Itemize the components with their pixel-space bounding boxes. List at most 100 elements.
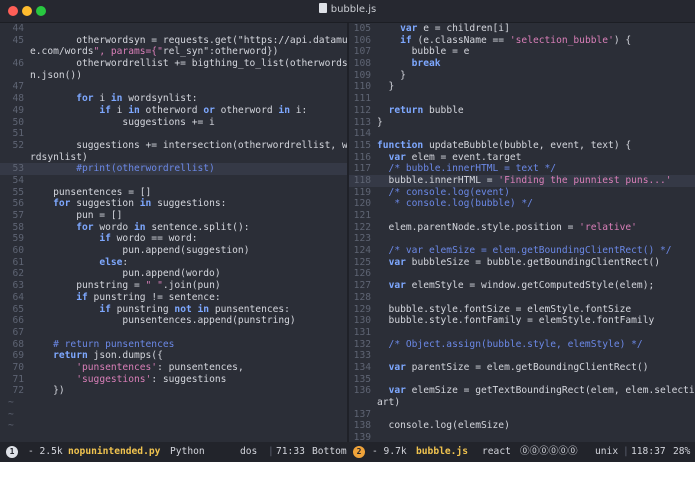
code-line[interactable]: 57 pun = [] [0, 210, 347, 222]
code-line[interactable]: 109 } [349, 70, 695, 82]
code-line[interactable]: 45 otherwordsyn = requests.get("https://… [0, 35, 347, 47]
code-line[interactable]: 138 console.log(elemSize) [349, 420, 695, 432]
code-line[interactable]: 123 [349, 233, 695, 245]
code-line[interactable]: 50 suggestions += i [0, 117, 347, 129]
code-line[interactable]: 62 pun.append(wordo) [0, 268, 347, 280]
code-line[interactable]: 63 punstring = " ".join(pun) [0, 280, 347, 292]
code-line[interactable]: e.com/words", params={"rel_syn":otherwor… [0, 46, 347, 58]
code-line[interactable]: 122 elem.parentNode.style.position = 're… [349, 222, 695, 234]
line-number: 47 [12, 81, 24, 93]
left-status-size: - 2.5k [28, 446, 63, 457]
code-line[interactable]: 110 } [349, 81, 695, 93]
code-line[interactable]: 67 [0, 327, 347, 339]
code-line[interactable]: 136 var elemSize = getTextBoundingRect(e… [349, 385, 695, 397]
left-editor-pane[interactable]: 44 45 otherwordsyn = requests.get("https:… [0, 23, 347, 442]
left-status-filename: nopunintended.py [68, 446, 161, 457]
code-line[interactable]: 71 'suggestions': suggestions [0, 374, 347, 386]
code-line[interactable]: 70 'punsentences': punsentences, [0, 362, 347, 374]
line-number: 132 [353, 338, 371, 350]
code-line[interactable]: art) [349, 397, 695, 409]
code-line[interactable]: 60 pun.append(suggestion) [0, 245, 347, 257]
code-line[interactable]: 126 [349, 268, 695, 280]
code-line[interactable]: 68 # return punsentences [0, 339, 347, 351]
code-line[interactable]: 54 [0, 175, 347, 187]
line-number: 70 [12, 361, 24, 373]
left-status-scroll: Bottom [312, 446, 347, 457]
code-text: punsentences.append(punstring) [30, 315, 296, 327]
code-line[interactable]: 44 [0, 23, 347, 35]
code-line[interactable]: 130 bubble.style.fontFamily = elemStyle.… [349, 315, 695, 327]
code-text: var elemSize = getTextBoundingRect(elem,… [388, 385, 695, 397]
line-number: 126 [353, 268, 371, 280]
code-line[interactable]: 114 [349, 128, 695, 140]
code-line[interactable]: 135 [349, 374, 695, 386]
code-line[interactable]: rdsynlist) [0, 152, 347, 164]
code-line[interactable]: 121 [349, 210, 695, 222]
code-text: otherwordrellist += bigthing_to_list(oth… [30, 58, 347, 70]
code-text: 'suggestions': suggestions [76, 373, 227, 385]
code-line[interactable]: 59 if wordo == word: [0, 233, 347, 245]
code-line[interactable]: 69 return json.dumps({ [0, 350, 347, 362]
code-line[interactable]: 64 if punstring != sentence: [0, 292, 347, 304]
code-line[interactable]: 139 [349, 432, 695, 442]
code-line[interactable]: 125 var bubbleSize = bubble.getBoundingC… [349, 257, 695, 269]
code-line[interactable]: 137 [349, 409, 695, 421]
code-line[interactable]: 132 /* Object.assign(bubble.style, elemS… [349, 339, 695, 351]
code-text: if i in otherword or otherword in i: [99, 104, 308, 116]
code-line[interactable]: 113} [349, 117, 695, 129]
code-line[interactable]: 52 suggestions += intersection(otherword… [0, 140, 347, 152]
line-number: 106 [353, 34, 371, 46]
code-line[interactable]: 47 [0, 81, 347, 93]
code-text: #print(otherwordrellist) [30, 163, 215, 175]
code-text: n.json()) [30, 69, 82, 81]
code-line[interactable]: 105 var e = children[i] [349, 23, 695, 35]
tilde-marker: ~ [8, 408, 14, 420]
right-status-scroll: 28% [673, 446, 691, 457]
code-line[interactable]: 115 function updateBubble(bubble, event, … [349, 140, 695, 152]
code-line[interactable]: 55 punsentences = [] [0, 187, 347, 199]
code-line[interactable]: 56 for suggestion in suggestions: [0, 198, 347, 210]
code-line[interactable]: 111 [349, 93, 695, 105]
code-line[interactable]: 65 if punstring not in punsentences: [0, 304, 347, 316]
line-number: 136 [353, 385, 371, 397]
line-number: 135 [353, 373, 371, 385]
status-bar: 1 - 2.5k nopunintended.py Python dos | 7… [0, 442, 695, 462]
line-number: 49 [12, 104, 24, 116]
code-line[interactable]: 66 punsentences.append(punstring) [0, 315, 347, 327]
code-line[interactable]: 116 var elem = event.target [349, 152, 695, 164]
code-line[interactable]: 108 break [349, 58, 695, 70]
line-number: 55 [12, 186, 24, 198]
code-line[interactable]: 106 if (e.className == 'selection_bubble… [349, 35, 695, 47]
code-text: bubble.innerHTML = 'Finding the punniest… [377, 174, 672, 186]
code-line[interactable]: 58 for wordo in sentence.split(): [0, 222, 347, 234]
code-line[interactable]: n.json()) [0, 70, 347, 82]
code-line[interactable]: 107 bubble = e [349, 46, 695, 58]
line-number: 54 [12, 174, 24, 186]
line-number: 63 [12, 280, 24, 292]
code-line[interactable]: 46 otherwordrellist += bigthing_to_list(… [0, 58, 347, 70]
code-line[interactable]: 119 /* console.log(event) [349, 187, 695, 199]
code-line[interactable]: 61 else: [0, 257, 347, 269]
code-text: for wordo in sentence.split(): [76, 221, 250, 233]
code-line[interactable]: 128 [349, 292, 695, 304]
code-line[interactable]: 49 if i in otherword or otherword in i: [0, 105, 347, 117]
code-line[interactable]: 127 var elemStyle = window.getComputedSt… [349, 280, 695, 292]
right-editor-pane[interactable]: 105 var e = children[i] 106 if (e.classNa… [349, 23, 695, 442]
code-line[interactable]: 129 bubble.style.fontSize = elemStyle.fo… [349, 304, 695, 316]
code-line[interactable]: 120 * console.log(bubble) */ [349, 198, 695, 210]
code-line[interactable]: 133 [349, 350, 695, 362]
code-line[interactable]: 134 var parentSize = elem.getBoundingCli… [349, 362, 695, 374]
code-line[interactable]: 112 return bubble [349, 105, 695, 117]
code-text: /* bubble.innerHTML = text */ [377, 163, 557, 175]
code-line[interactable]: 53 #print(otherwordrellist) [0, 163, 347, 175]
code-line[interactable]: 48 for i in wordsynlist: [0, 93, 347, 105]
code-line[interactable]: 124 /* var elemSize = elem.getBoundingCl… [349, 245, 695, 257]
code-line[interactable]: 51 [0, 128, 347, 140]
code-text: bubble.style.fontFamily = elemStyle.font… [377, 315, 655, 327]
code-text: for i in wordsynlist: [76, 93, 198, 105]
code-line[interactable]: 117 /* bubble.innerHTML = text */ [349, 163, 695, 175]
code-line[interactable]: 72 }) [0, 385, 347, 397]
code-line[interactable]: 118 bubble.innerHTML = 'Finding the punn… [349, 174, 695, 187]
code-text: var e = children[i] [400, 23, 510, 34]
code-line[interactable]: 131 [349, 327, 695, 339]
